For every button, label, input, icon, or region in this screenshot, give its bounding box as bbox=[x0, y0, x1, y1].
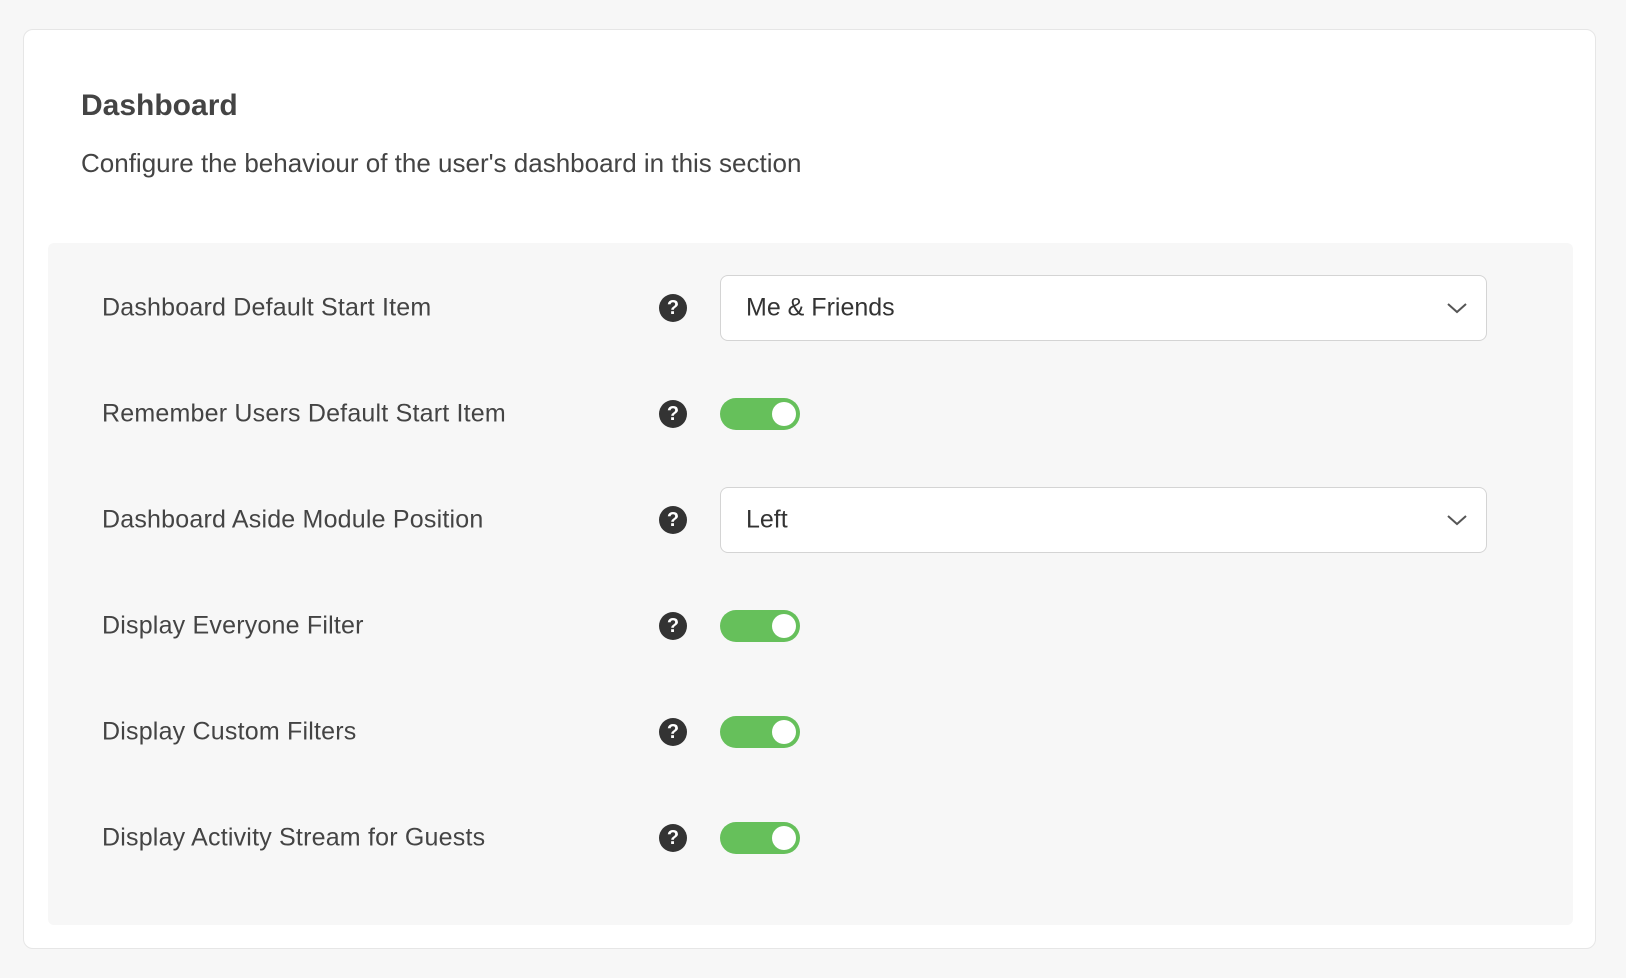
remember-users-default-start-item-toggle[interactable] bbox=[720, 398, 800, 430]
display-everyone-filter-toggle[interactable] bbox=[720, 610, 800, 642]
display-custom-filters-toggle[interactable] bbox=[720, 716, 800, 748]
settings-card: Dashboard Configure the behaviour of the… bbox=[23, 29, 1596, 949]
display-activity-stream-for-guests-toggle[interactable] bbox=[720, 822, 800, 854]
help-icon[interactable]: ? bbox=[659, 506, 687, 534]
help-icon[interactable]: ? bbox=[659, 718, 687, 746]
dashboard-aside-module-position-select[interactable]: Left bbox=[720, 487, 1487, 553]
help-icon[interactable]: ? bbox=[659, 612, 687, 640]
select-value: Left bbox=[746, 505, 788, 534]
setting-label: Display Custom Filters bbox=[102, 717, 357, 746]
section-title: Dashboard bbox=[81, 89, 238, 122]
settings-panel: Dashboard Default Start Item ? Me & Frie… bbox=[48, 243, 1573, 925]
setting-row-dashboard-default-start-item: Dashboard Default Start Item ? Me & Frie… bbox=[48, 273, 1573, 343]
help-icon[interactable]: ? bbox=[659, 294, 687, 322]
section-description: Configure the behaviour of the user's da… bbox=[81, 148, 802, 178]
select-value: Me & Friends bbox=[746, 293, 895, 322]
chevron-down-icon bbox=[1447, 303, 1467, 314]
setting-label: Remember Users Default Start Item bbox=[102, 399, 506, 428]
chevron-down-icon bbox=[1447, 515, 1467, 526]
setting-row-display-activity-stream-for-guests: Display Activity Stream for Guests ? bbox=[48, 803, 1573, 873]
toggle-knob bbox=[772, 614, 796, 638]
setting-row-display-custom-filters: Display Custom Filters ? bbox=[48, 697, 1573, 767]
toggle-knob bbox=[772, 720, 796, 744]
help-icon[interactable]: ? bbox=[659, 824, 687, 852]
setting-label: Dashboard Default Start Item bbox=[102, 293, 432, 322]
setting-label: Display Everyone Filter bbox=[102, 611, 364, 640]
setting-label: Display Activity Stream for Guests bbox=[102, 823, 486, 852]
setting-row-remember-users-default-start-item: Remember Users Default Start Item ? bbox=[48, 379, 1573, 449]
dashboard-default-start-item-select[interactable]: Me & Friends bbox=[720, 275, 1487, 341]
setting-row-display-everyone-filter: Display Everyone Filter ? bbox=[48, 591, 1573, 661]
toggle-knob bbox=[772, 826, 796, 850]
setting-label: Dashboard Aside Module Position bbox=[102, 505, 484, 534]
toggle-knob bbox=[772, 402, 796, 426]
setting-row-dashboard-aside-module-position: Dashboard Aside Module Position ? Left bbox=[48, 485, 1573, 555]
help-icon[interactable]: ? bbox=[659, 400, 687, 428]
